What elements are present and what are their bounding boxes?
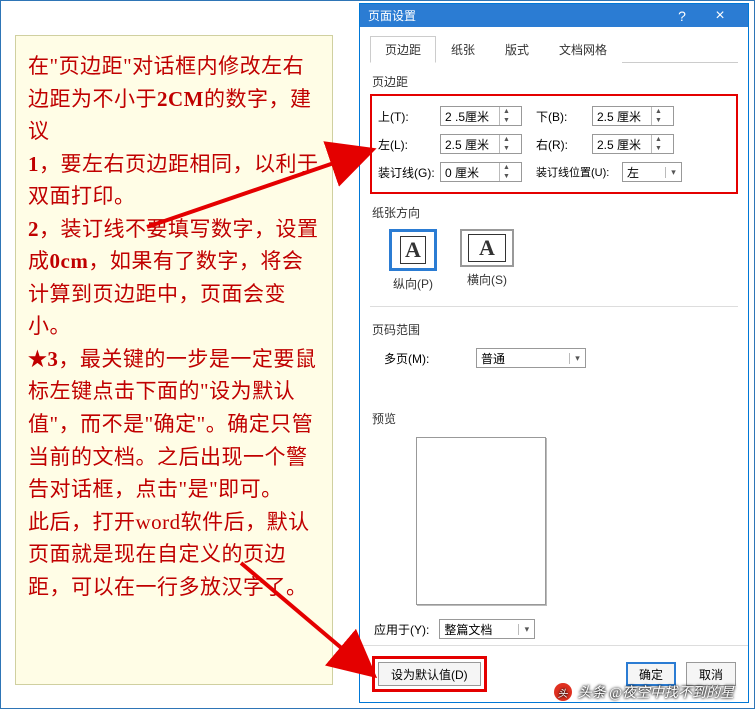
left-label: 左(L): (376, 136, 436, 153)
annot-text: ，要左右页边距相同，以利于双面打印。 (28, 152, 319, 209)
watermark: 头 头条 @夜空中找不到的星 (554, 682, 734, 702)
gutter-pos-label: 装订线位置(U): (534, 164, 618, 180)
up-arrow-icon[interactable]: ▲ (500, 135, 513, 144)
set-default-button[interactable]: 设为默认值(D) (378, 662, 481, 686)
top-input[interactable] (441, 107, 499, 125)
gutter-pos-value: 左 (623, 164, 665, 181)
spinner-arrows[interactable]: ▲▼ (651, 135, 665, 153)
toutiao-logo-icon: 头 (554, 683, 572, 701)
down-arrow-icon[interactable]: ▼ (500, 172, 513, 181)
apply-to-label: 应用于(Y): (374, 621, 429, 638)
page-setup-dialog: 页面设置 ? × 页边距 纸张 版式 文档网格 页边距 上(T): ▲▼ 下(B… (359, 3, 749, 703)
apply-row: 应用于(Y): 整篇文档 ▾ (374, 619, 738, 639)
portrait-label: 纵向(P) (393, 277, 433, 291)
orientation-row: A 纵向(P) A 横向(S) (384, 229, 738, 292)
gutter-label: 装订线(G): (376, 164, 436, 181)
bottom-input[interactable] (593, 107, 651, 125)
tab-layout[interactable]: 版式 (490, 36, 544, 63)
margins-highlight-box: 上(T): ▲▼ 下(B): ▲▼ 左(L): ▲▼ 右(R): (370, 94, 738, 194)
annot-2cm: 2CM (157, 87, 204, 111)
apply-to-combo[interactable]: 整篇文档 ▾ (439, 619, 535, 639)
chevron-down-icon[interactable]: ▾ (665, 167, 681, 178)
landscape-icon: A (460, 229, 514, 267)
left-spinner[interactable]: ▲▼ (440, 134, 522, 154)
up-arrow-icon[interactable]: ▲ (500, 163, 513, 172)
spinner-arrows[interactable]: ▲▼ (499, 135, 513, 153)
multi-pages-label: 多页(M): (384, 350, 464, 367)
gutter-spinner[interactable]: ▲▼ (440, 162, 522, 182)
chevron-down-icon[interactable]: ▾ (569, 353, 585, 364)
down-arrow-icon[interactable]: ▼ (652, 116, 665, 125)
titlebar: 页面设置 ? × (360, 4, 748, 27)
right-label: 右(R): (534, 136, 588, 153)
page-preview (416, 437, 546, 605)
margins-group-label: 页边距 (372, 73, 738, 90)
top-spinner[interactable]: ▲▼ (440, 106, 522, 126)
spinner-arrows[interactable]: ▲▼ (499, 163, 513, 181)
down-arrow-icon[interactable]: ▼ (500, 144, 513, 153)
annot-0cm: 0cm (50, 249, 89, 273)
portrait-icon: A (389, 229, 437, 271)
close-button[interactable]: × (700, 7, 740, 25)
top-label: 上(T): (376, 108, 436, 125)
divider (370, 306, 738, 307)
down-arrow-icon[interactable]: ▼ (652, 144, 665, 153)
apply-to-value: 整篇文档 (440, 621, 518, 638)
orientation-landscape[interactable]: A 横向(S) (458, 229, 516, 292)
bottom-spinner[interactable]: ▲▼ (592, 106, 674, 126)
right-input[interactable] (593, 135, 651, 153)
multi-pages-value: 普通 (477, 350, 569, 367)
up-arrow-icon[interactable]: ▲ (500, 107, 513, 116)
bottom-label: 下(B): (534, 108, 588, 125)
up-arrow-icon[interactable]: ▲ (652, 135, 665, 144)
up-arrow-icon[interactable]: ▲ (652, 107, 665, 116)
preview-label: 预览 (372, 410, 738, 427)
pages-group-label: 页码范围 (372, 321, 738, 338)
tab-paper[interactable]: 纸张 (436, 36, 490, 63)
spinner-arrows[interactable]: ▲▼ (651, 107, 665, 125)
right-spinner[interactable]: ▲▼ (592, 134, 674, 154)
multi-pages-combo[interactable]: 普通 ▾ (476, 348, 586, 368)
down-arrow-icon[interactable]: ▼ (500, 116, 513, 125)
annot-num3: ★3 (28, 347, 58, 371)
annot-num2: 2 (28, 217, 39, 241)
orientation-group-label: 纸张方向 (372, 204, 738, 221)
annot-num1: 1 (28, 152, 39, 176)
left-input[interactable] (441, 135, 499, 153)
annot-text: 此后，打开word软件后，默认页面就是现在自定义的页边距，可以在一行多放汉字了。 (28, 510, 310, 599)
landscape-label: 横向(S) (467, 273, 507, 287)
pages-row: 多页(M): 普通 ▾ (384, 348, 738, 368)
help-button[interactable]: ? (664, 8, 700, 24)
spinner-arrows[interactable]: ▲▼ (499, 107, 513, 125)
dialog-body: 页边距 纸张 版式 文档网格 页边距 上(T): ▲▼ 下(B): ▲▼ 左( (360, 27, 748, 645)
gutter-input[interactable] (441, 163, 499, 181)
dialog-title: 页面设置 (368, 7, 664, 24)
orientation-portrait[interactable]: A 纵向(P) (384, 229, 442, 292)
watermark-text: 头条 @夜空中找不到的星 (578, 682, 734, 702)
annotation-note: 在"页边距"对话框内修改左右边距为不小于2CM的数字，建议 1，要左右页边距相同… (15, 35, 333, 685)
tab-margins[interactable]: 页边距 (370, 36, 436, 63)
set-default-highlight: 设为默认值(D) (372, 656, 487, 692)
chevron-down-icon[interactable]: ▾ (518, 624, 534, 635)
tab-strip: 页边距 纸张 版式 文档网格 (370, 35, 738, 63)
gutter-pos-combo[interactable]: 左 ▾ (622, 162, 682, 182)
tab-grid[interactable]: 文档网格 (544, 36, 622, 63)
annot-text: ，最关键的一步是一定要鼠标左键点击下面的"设为默认值"，而不是"确定"。确定只管… (28, 347, 316, 501)
